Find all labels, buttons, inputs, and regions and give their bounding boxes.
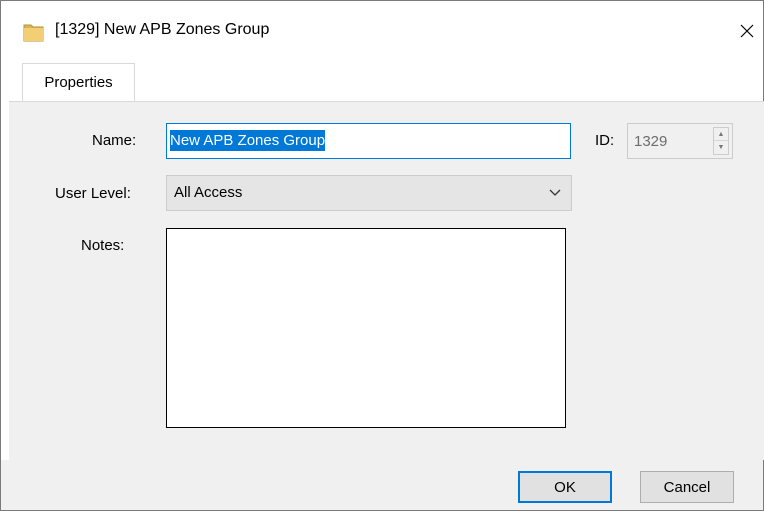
ok-button[interactable]: OK [518,471,612,503]
id-field: 1329 ▲ ▼ [627,123,733,159]
spin-down-icon[interactable]: ▼ [714,141,728,154]
tab-properties[interactable]: Properties [22,63,135,101]
window-title: [1329] New APB Zones Group [55,21,270,38]
notes-textarea[interactable] [166,228,566,428]
user-level-select[interactable]: All Access [166,175,572,211]
tab-properties-label: Properties [44,74,113,91]
id-value: 1329 [634,133,668,150]
spin-up-icon[interactable]: ▲ [714,128,728,141]
close-icon [740,24,754,38]
cancel-button[interactable]: Cancel [640,471,734,503]
dialog-window: [1329] New APB Zones Group Properties Na… [0,0,764,511]
id-label: ID: [595,132,615,149]
properties-panel: Name: New APB Zones Group ID: 1329 ▲ ▼ U… [9,101,764,460]
notes-label: Notes: [81,237,125,254]
folder-icon [23,24,44,42]
name-input[interactable]: New APB Zones Group [166,123,571,159]
close-button[interactable] [731,13,763,49]
user-level-value: All Access [174,184,243,201]
id-spinner[interactable]: ▲ ▼ [713,127,729,155]
title-bar[interactable]: [1329] New APB Zones Group [1,1,763,59]
name-label: Name: [92,132,137,149]
user-level-label: User Level: [55,185,131,202]
chevron-down-icon [549,189,561,196]
dialog-footer: OK Cancel [1,460,763,510]
tab-strip: Properties [1,59,763,102]
name-input-selected-text: New APB Zones Group [170,130,326,151]
